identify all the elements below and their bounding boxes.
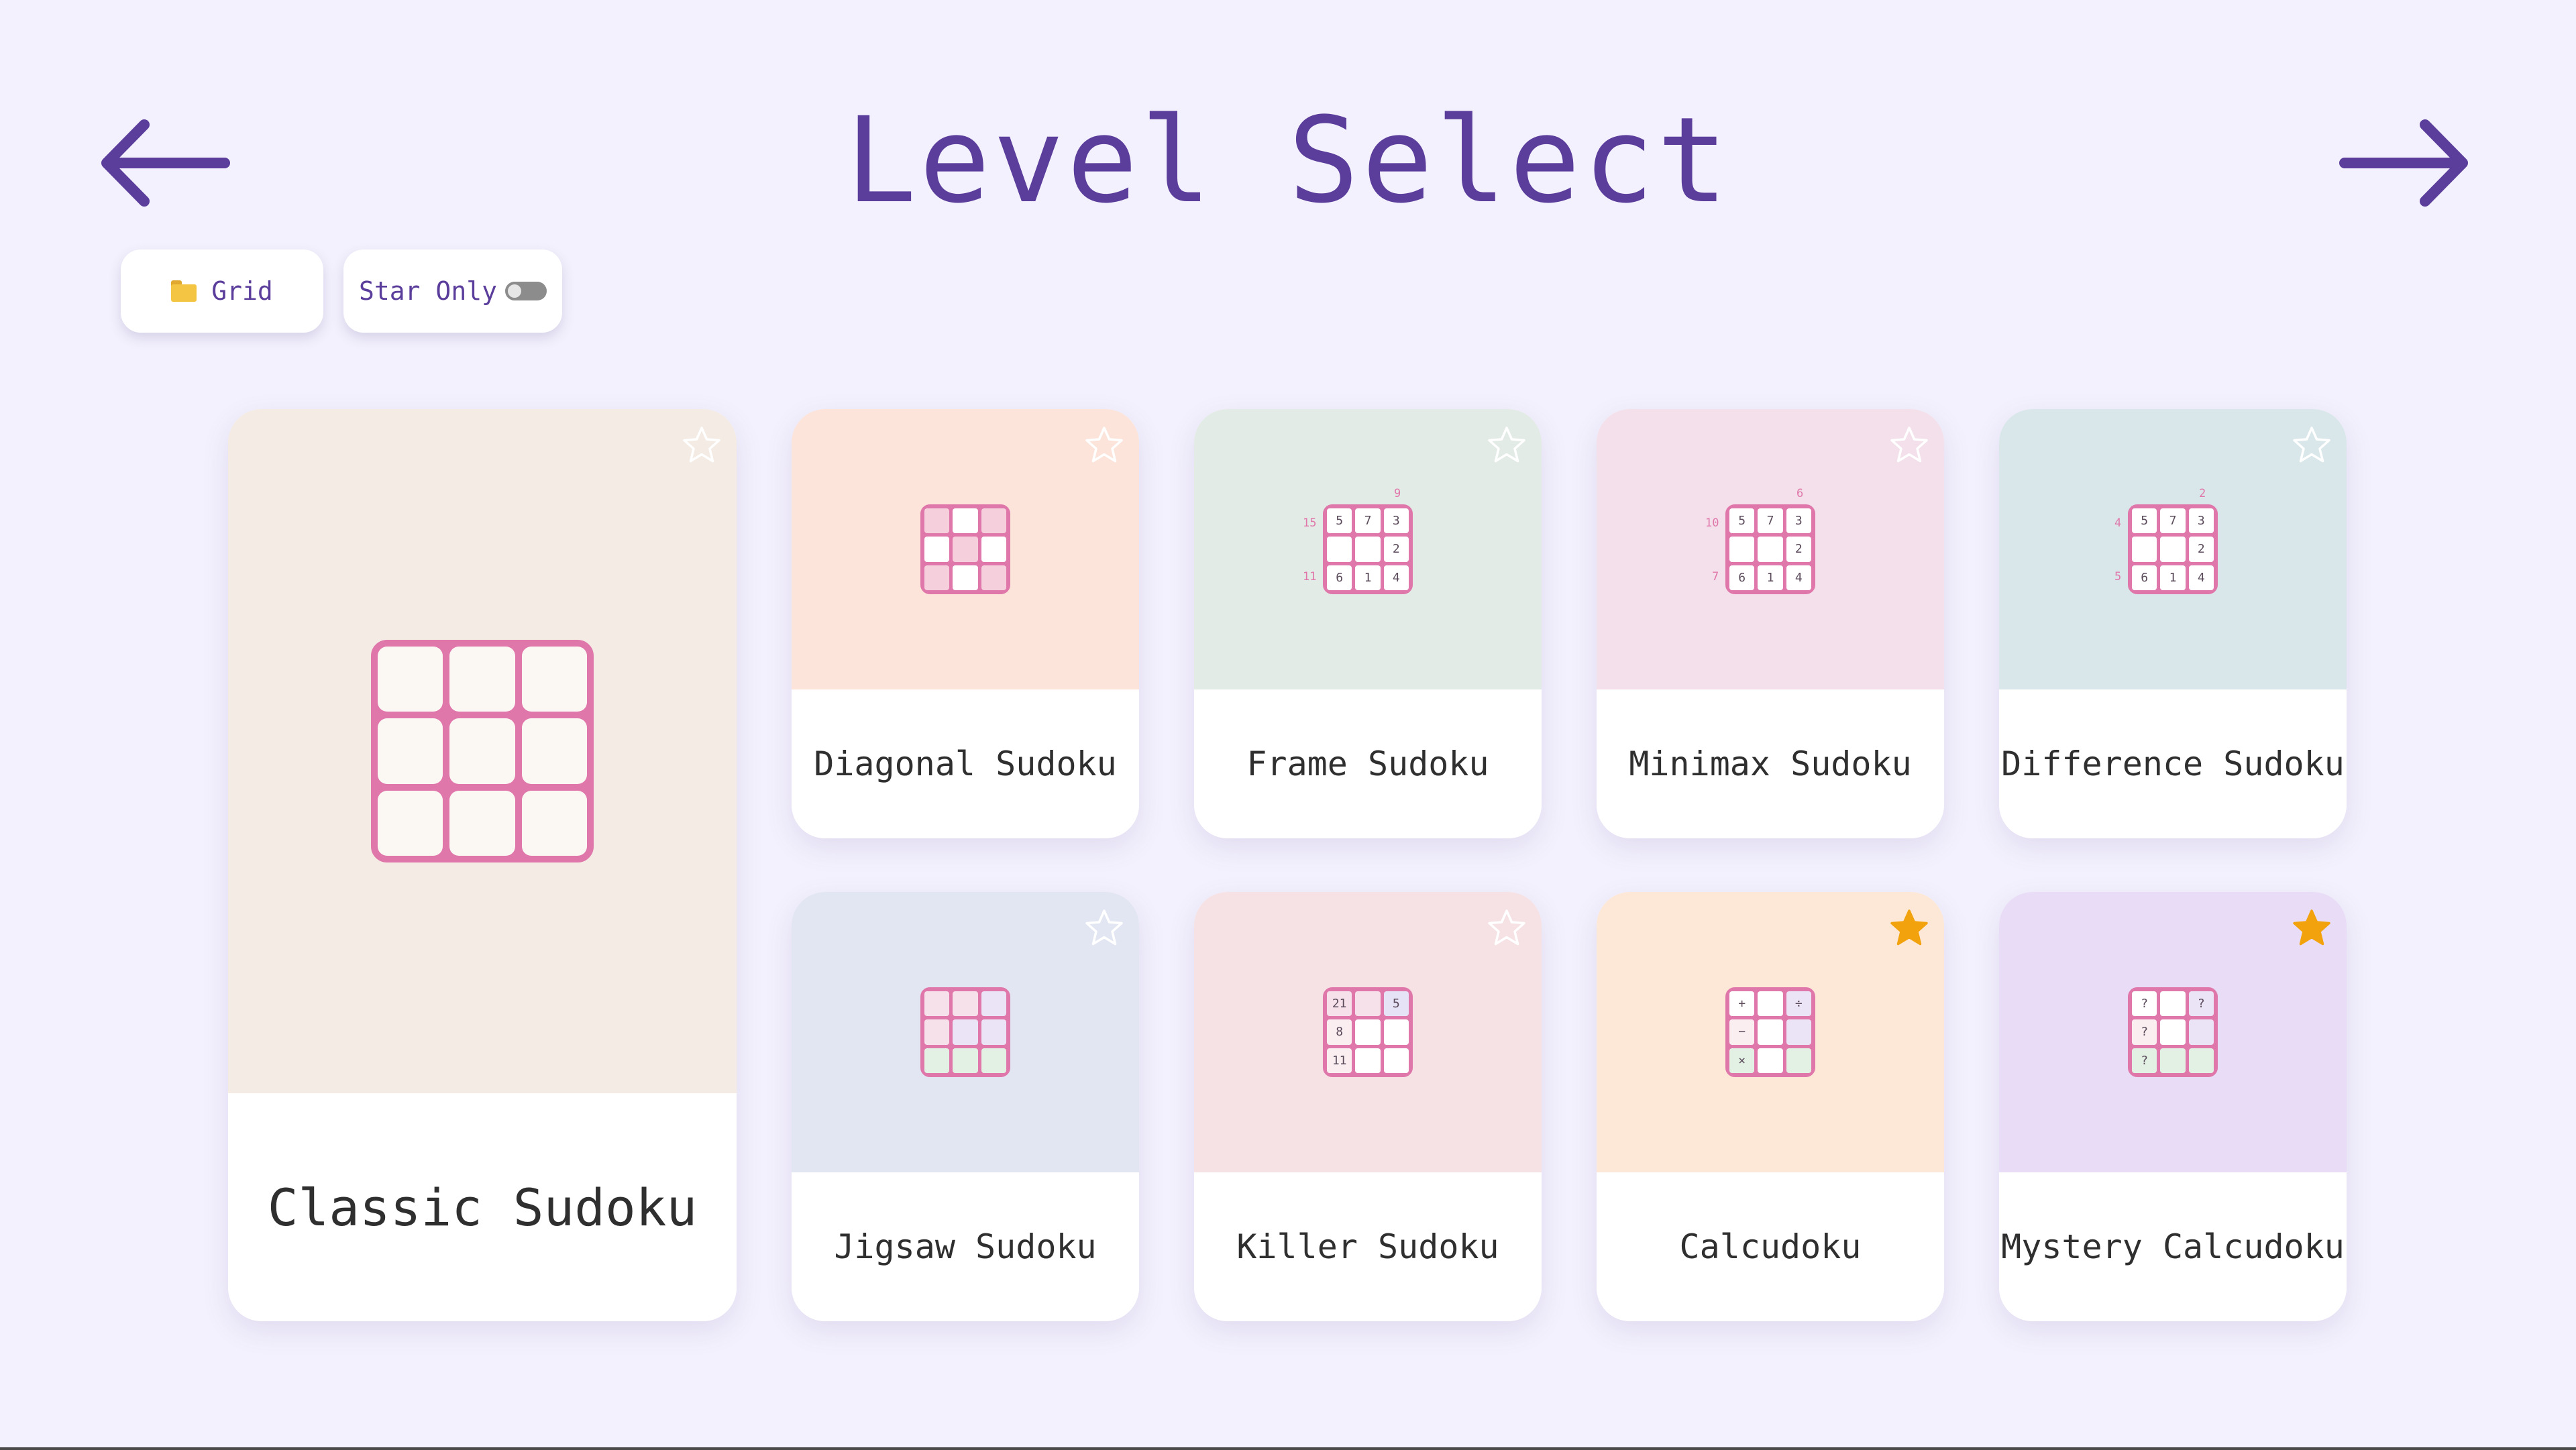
bottom-divider (0, 1447, 2576, 1450)
level-card-frame[interactable]: 9 15 11 573 2 614 Frame Sudoku (1194, 409, 1542, 838)
level-card-calcudoku[interactable]: + ÷ − × Calcudoku (1597, 892, 1944, 1321)
frame-clue: 15 (1303, 516, 1317, 530)
level-card-classic[interactable]: Classic Sudoku (228, 409, 737, 1321)
star-only-label: Star Only (359, 276, 497, 306)
favorite-star-icon[interactable] (2290, 424, 2333, 467)
level-name: Calcudoku (1597, 1172, 1944, 1321)
favorite-star-icon[interactable] (1888, 424, 1931, 467)
frame-clue: 9 (1394, 487, 1401, 500)
level-card-difference[interactable]: 2 4 5 573 2 614 Difference Sudoku (1999, 409, 2347, 838)
frame-clue: 6 (1796, 487, 1804, 500)
star-only-toggle[interactable] (504, 282, 547, 300)
favorite-star-icon[interactable] (2290, 907, 2333, 950)
toggle-knob (507, 284, 521, 298)
favorite-star-icon[interactable] (680, 424, 723, 467)
mystery-calcudoku-grid-icon: ?? ? ? (2128, 987, 2218, 1077)
classic-grid-icon (371, 640, 594, 862)
level-name: Diagonal Sudoku (792, 689, 1139, 838)
killer-grid-icon: 21 5 8 11 (1323, 987, 1413, 1077)
folder-icon (171, 280, 197, 302)
level-name: Minimax Sudoku (1597, 689, 1944, 838)
star-only-filter[interactable]: Star Only (343, 249, 562, 333)
level-name: Frame Sudoku (1194, 689, 1542, 838)
frame-clue: 11 (1303, 570, 1317, 583)
diagonal-grid-icon (920, 504, 1010, 594)
favorite-star-icon[interactable] (1485, 907, 1528, 950)
grid-view-button[interactable]: Grid (121, 249, 323, 333)
jigsaw-grid-icon (920, 987, 1010, 1077)
minimax-grid-icon: 573 2 614 (1725, 504, 1815, 594)
forward-arrow-icon[interactable] (2338, 113, 2472, 213)
level-name: Jigsaw Sudoku (792, 1172, 1139, 1321)
difference-grid-icon: 573 2 614 (2128, 504, 2218, 594)
calcudoku-grid-icon: + ÷ − × (1725, 987, 1815, 1077)
level-card-killer[interactable]: 21 5 8 11 Killer Sudoku (1194, 892, 1542, 1321)
favorite-star-icon[interactable] (1485, 424, 1528, 467)
level-name: Mystery Calcudoku (1999, 1172, 2347, 1321)
level-card-mystery-calcudoku[interactable]: ?? ? ? Mystery Calcudoku (1999, 892, 2347, 1321)
level-card-jigsaw[interactable]: Jigsaw Sudoku (792, 892, 1139, 1321)
level-name: Classic Sudoku (228, 1093, 737, 1321)
frame-clue: 10 (1705, 516, 1719, 530)
frame-clue: 2 (2199, 487, 2206, 500)
favorite-star-icon[interactable] (1888, 907, 1931, 950)
favorite-star-icon[interactable] (1083, 907, 1126, 950)
grid-view-label: Grid (211, 276, 273, 306)
level-name: Killer Sudoku (1194, 1172, 1542, 1321)
level-card-diagonal[interactable]: Diagonal Sudoku (792, 409, 1139, 838)
level-preview (228, 409, 737, 1093)
frame-grid-icon: 573 2 614 (1323, 504, 1413, 594)
level-name: Difference Sudoku (1999, 689, 2347, 838)
level-card-minimax[interactable]: 6 10 7 573 2 614 Minimax Sudoku (1597, 409, 1944, 838)
frame-clue: 7 (1712, 570, 1719, 583)
favorite-star-icon[interactable] (1083, 424, 1126, 467)
page-title: Level Select (845, 92, 1731, 229)
frame-clue: 4 (2114, 516, 2122, 530)
frame-clue: 5 (2114, 570, 2122, 583)
